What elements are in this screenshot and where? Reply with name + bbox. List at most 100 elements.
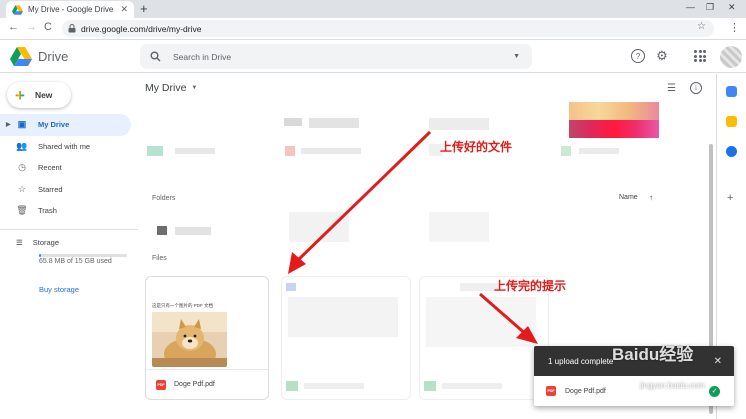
sidebar: + New ▶ ▣ My Drive 👥 Shared with me ◷ Re… bbox=[0, 74, 138, 419]
new-button-label: New bbox=[34, 90, 53, 100]
tab-title: My Drive - Google Drive bbox=[28, 5, 114, 14]
pdf-icon: PDF bbox=[156, 379, 166, 390]
check-icon: ✓ bbox=[709, 385, 720, 397]
star-icon: ☆ bbox=[17, 183, 27, 194]
browser-menu-icon[interactable]: ⋮ bbox=[729, 21, 740, 34]
info-icon[interactable]: i bbox=[690, 82, 702, 94]
people-icon: 👥 bbox=[16, 140, 28, 151]
pdf-icon: PDF bbox=[546, 386, 556, 396]
folder-item[interactable] bbox=[289, 212, 349, 242]
quick-access-tile bbox=[284, 118, 302, 126]
browser-tab[interactable]: My Drive - Google Drive ✕ bbox=[6, 1, 134, 18]
maximize-icon[interactable]: ❐ bbox=[706, 2, 714, 13]
file-card[interactable] bbox=[281, 276, 411, 400]
quick-access-tile bbox=[301, 148, 361, 154]
tab-close-icon[interactable]: ✕ bbox=[120, 4, 128, 15]
storage-bar bbox=[39, 254, 127, 257]
quick-access-tile bbox=[429, 118, 489, 130]
plus-icon: + bbox=[15, 85, 25, 105]
chevron-down-icon: ▼ bbox=[191, 85, 198, 91]
file-card-footer: PDF Doge Pdf.pdf bbox=[146, 369, 268, 399]
sidebar-item-my-drive[interactable]: ▶ ▣ My Drive bbox=[0, 114, 131, 136]
search-icon[interactable] bbox=[150, 51, 161, 62]
sidebar-item-label: Recent bbox=[38, 163, 62, 173]
browser-tabbar: My Drive - Google Drive ✕ + — ❐ ✕ bbox=[0, 0, 746, 18]
search-input[interactable]: Search in Drive bbox=[173, 52, 501, 62]
toast-close-icon[interactable]: ✕ bbox=[714, 356, 722, 367]
keep-icon[interactable] bbox=[726, 116, 737, 127]
minimize-icon[interactable]: — bbox=[686, 2, 695, 12]
annotation-upload-hint: 上传完的提示 bbox=[494, 279, 567, 293]
drive-logo-icon[interactable] bbox=[10, 47, 32, 66]
sidebar-nav: ▶ ▣ My Drive 👥 Shared with me ◷ Recent ☆… bbox=[0, 114, 138, 222]
buy-storage-link[interactable]: Buy storage bbox=[39, 285, 79, 294]
folders-label: Folders bbox=[152, 195, 176, 202]
sidebar-item-trash[interactable]: 🗑 Trash bbox=[0, 200, 131, 222]
storage-label: Storage bbox=[32, 238, 60, 247]
add-addon-icon[interactable]: + bbox=[727, 192, 733, 204]
file-card[interactable] bbox=[419, 276, 549, 400]
settings-icon[interactable]: ⚙ bbox=[655, 48, 669, 63]
drive-favicon-icon bbox=[12, 4, 23, 15]
storage-section[interactable]: ☰ Storage bbox=[16, 238, 59, 247]
quick-access-tile bbox=[175, 148, 215, 154]
calendar-icon[interactable] bbox=[726, 86, 737, 97]
trash-icon: 🗑 bbox=[16, 205, 28, 216]
browser-toolbar: ← → C drive.google.com/drive/my-drive ☆ … bbox=[0, 18, 746, 40]
address-bar[interactable]: drive.google.com/drive/my-drive bbox=[62, 20, 714, 37]
list-view-icon[interactable]: ☰ bbox=[667, 83, 676, 94]
quick-access-tile bbox=[147, 146, 163, 156]
reload-icon[interactable]: C bbox=[44, 21, 52, 33]
quick-access-tile bbox=[561, 146, 571, 156]
avatar[interactable] bbox=[720, 46, 742, 68]
doge-thumbnail bbox=[152, 312, 227, 367]
quick-access-thumbnail bbox=[569, 120, 659, 138]
sidebar-item-label: Trash bbox=[38, 206, 57, 216]
drive-header: Drive Search in Drive ▼ ? ⚙ bbox=[0, 40, 746, 73]
storage-bar-fill bbox=[39, 254, 41, 257]
sidebar-item-label: My Drive bbox=[38, 120, 70, 130]
files-label: Files bbox=[152, 255, 167, 262]
drive-icon: ▣ bbox=[17, 119, 27, 130]
sidebar-item-label: Shared with me bbox=[38, 141, 91, 151]
quick-access-tile bbox=[309, 118, 359, 128]
file-name: Doge Pdf.pdf bbox=[174, 381, 215, 388]
quick-access-tile bbox=[579, 148, 619, 154]
storage-used-text: 65.8 MB of 15 GB used bbox=[39, 258, 112, 265]
new-tab-button[interactable]: + bbox=[140, 1, 148, 17]
back-icon[interactable]: ← bbox=[8, 21, 19, 33]
watermark: Baidu经验 bbox=[612, 345, 694, 364]
search-options-icon[interactable]: ▼ bbox=[513, 53, 520, 60]
sidebar-item-label: Starred bbox=[38, 184, 63, 194]
folder-item[interactable] bbox=[429, 212, 489, 242]
watermark-url: jingyan.baidu.com bbox=[640, 381, 705, 390]
url-text: drive.google.com/drive/my-drive bbox=[81, 23, 202, 34]
sort-arrow-icon[interactable]: ↑ bbox=[649, 193, 653, 202]
bookmark-star-icon[interactable]: ☆ bbox=[697, 21, 706, 32]
brand-name[interactable]: Drive bbox=[38, 49, 68, 64]
screen: My Drive - Google Drive ✕ + — ❐ ✕ ← → C … bbox=[0, 0, 746, 419]
clock-icon: ◷ bbox=[18, 162, 26, 173]
help-icon[interactable]: ? bbox=[631, 49, 645, 63]
sidebar-item-starred[interactable]: ☆ Starred bbox=[0, 179, 131, 201]
window-close-icon[interactable]: ✕ bbox=[728, 2, 736, 13]
sidebar-item-shared[interactable]: 👥 Shared with me bbox=[0, 136, 131, 158]
new-button[interactable]: + New bbox=[7, 82, 71, 108]
sidebar-item-recent[interactable]: ◷ Recent bbox=[0, 157, 131, 179]
forward-icon[interactable]: → bbox=[26, 21, 37, 33]
folder-icon[interactable] bbox=[157, 226, 167, 235]
tasks-icon[interactable] bbox=[726, 146, 737, 157]
annotation-uploaded-file: 上传好的文件 bbox=[440, 140, 513, 154]
apps-grid-icon[interactable] bbox=[694, 50, 706, 62]
expand-arrow-icon[interactable]: ▶ bbox=[6, 121, 11, 128]
sort-name-button[interactable]: Name bbox=[619, 194, 638, 201]
lock-icon bbox=[68, 24, 76, 33]
search-box[interactable]: Search in Drive ▼ bbox=[140, 44, 532, 69]
pdf-preview-caption: 这是只有一个图片的 PDF 文档 bbox=[152, 303, 213, 308]
quick-access-tile bbox=[285, 146, 295, 156]
breadcrumb[interactable]: My Drive ▼ bbox=[145, 82, 197, 94]
page-title: My Drive bbox=[145, 82, 187, 94]
folder-item[interactable] bbox=[175, 227, 211, 235]
file-card-doge[interactable]: 这是只有一个图片的 PDF 文档 PDF Doge Pdf.pdf bbox=[145, 276, 269, 400]
storage-icon: ☰ bbox=[16, 238, 23, 247]
